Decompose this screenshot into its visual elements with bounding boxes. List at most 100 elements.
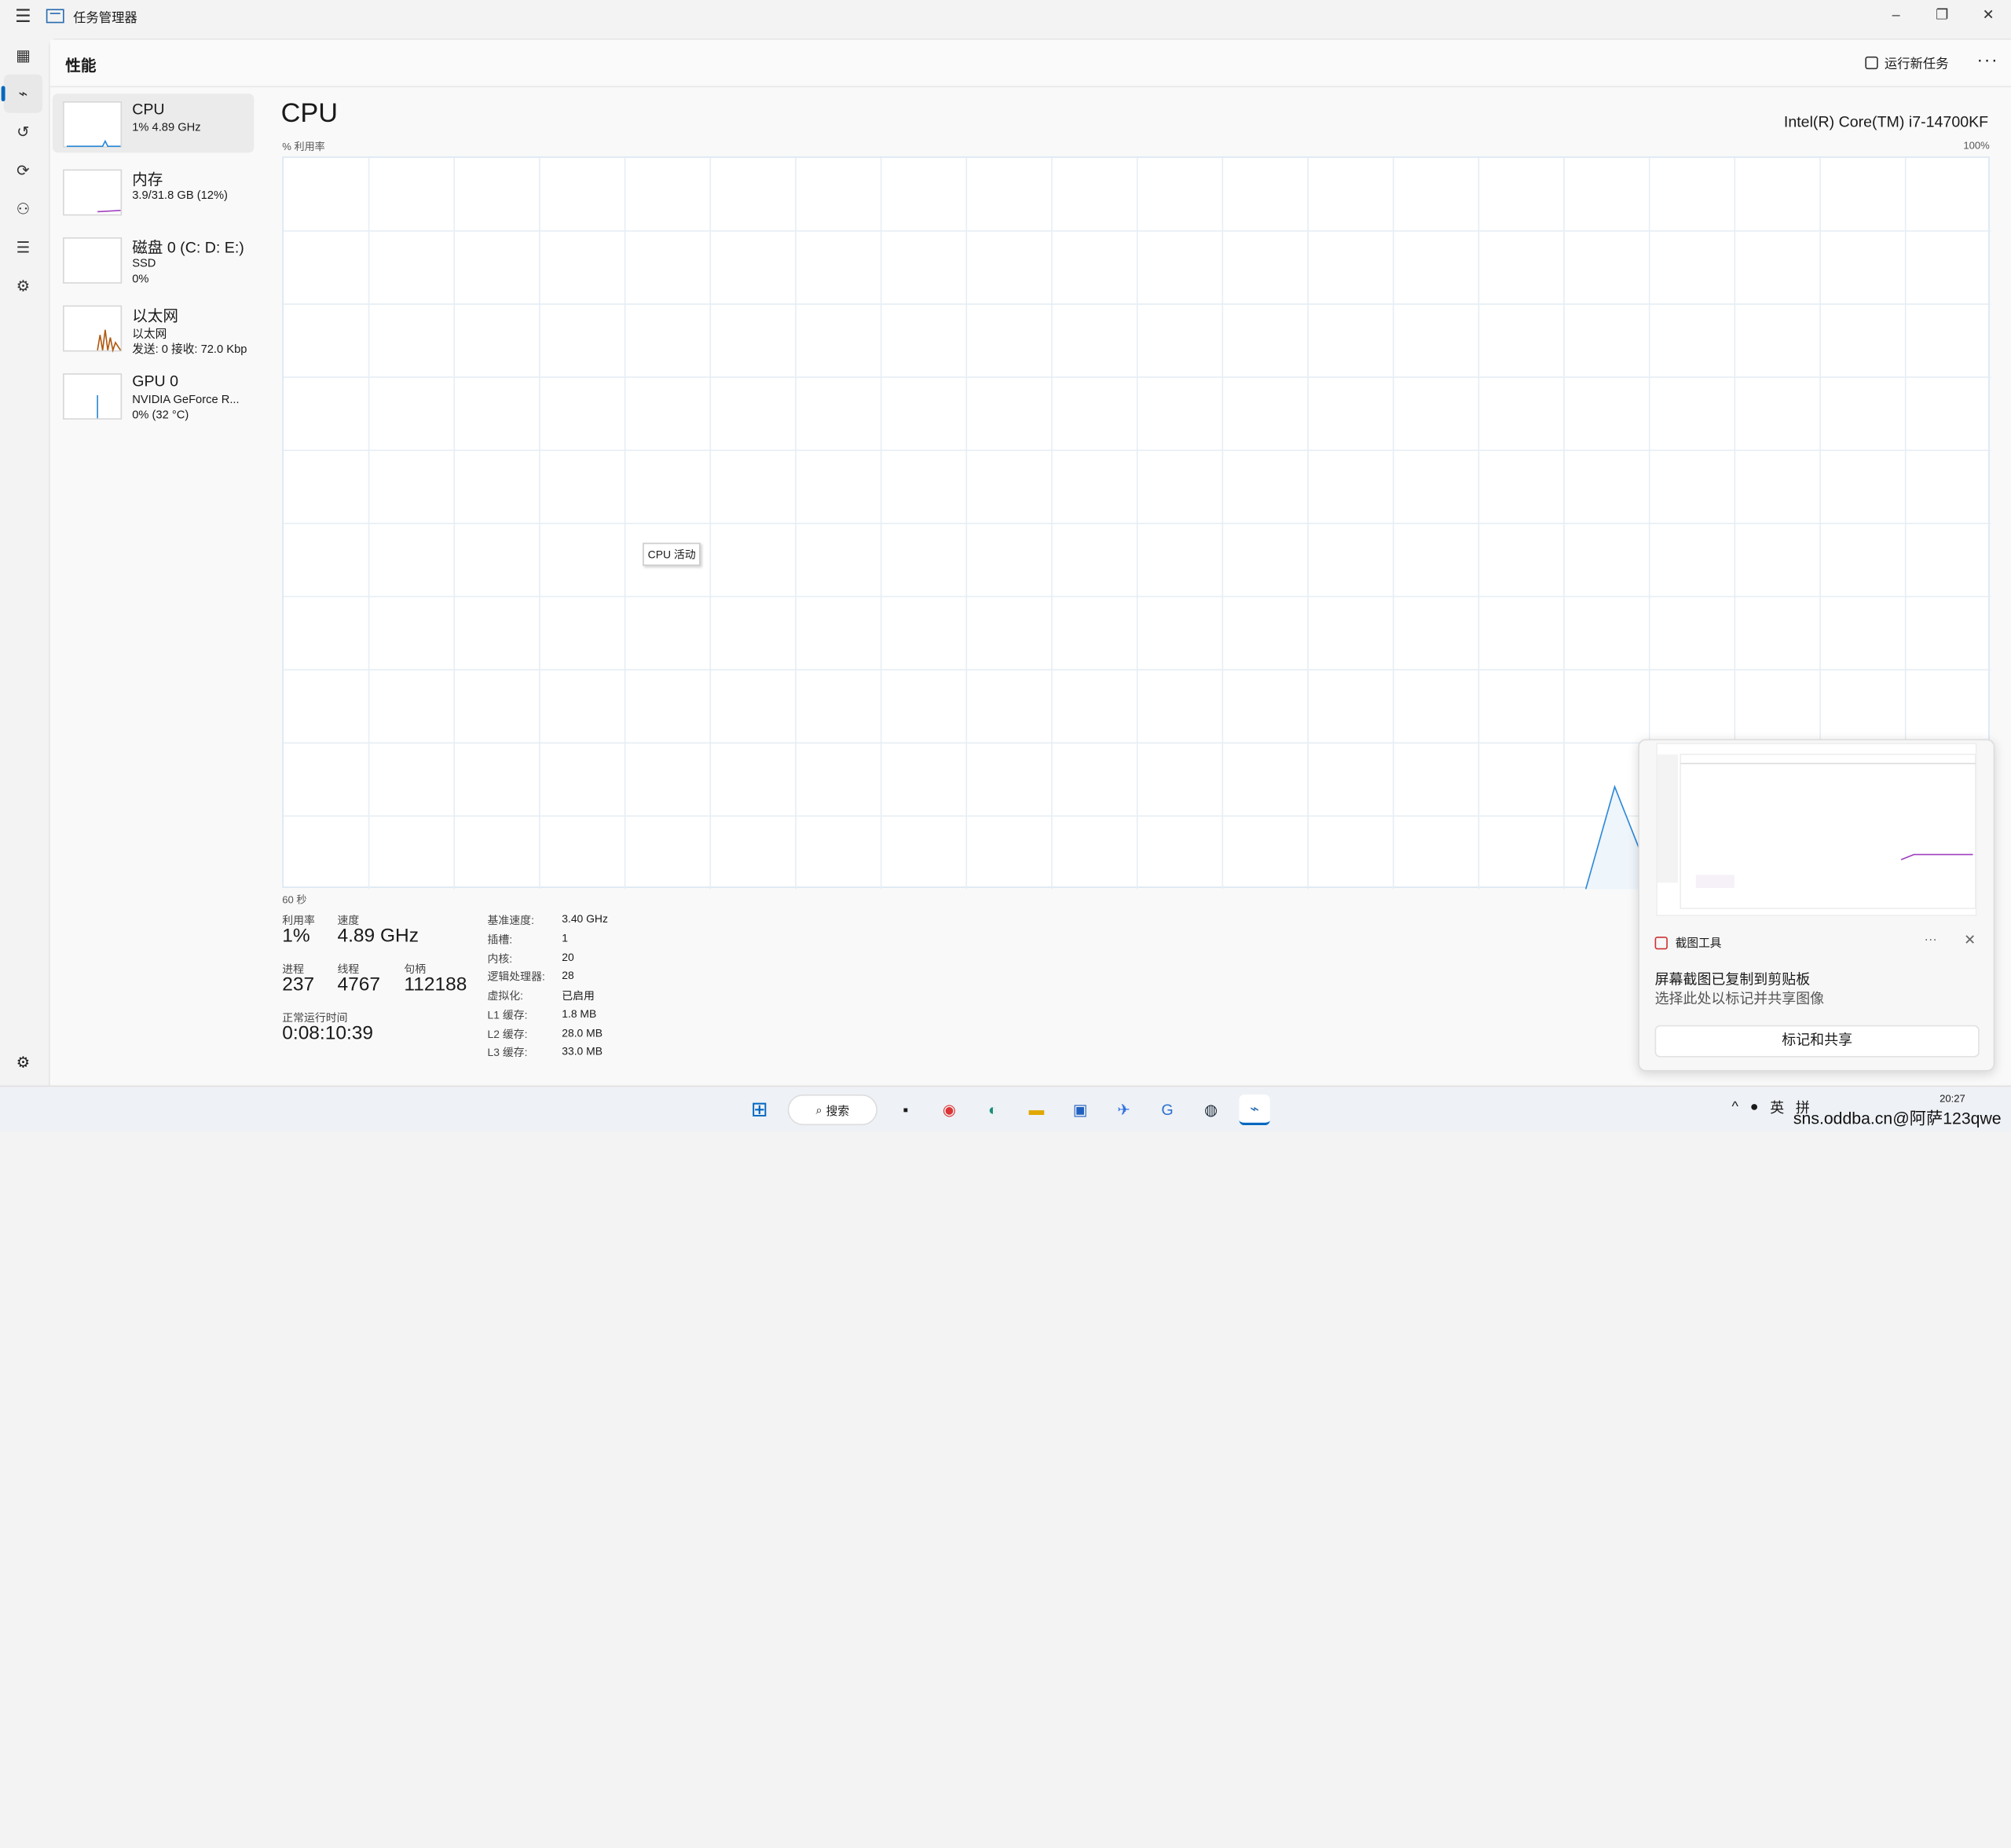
nav-details-icon[interactable]: ☰ [0, 229, 46, 267]
axis-label-util: % 利用率 [282, 141, 325, 153]
disk-thumbnail [63, 237, 123, 284]
spec-key: 虚拟化: [487, 989, 524, 1003]
memory-thumbnail [63, 169, 123, 216]
title-bar: ☰ 任务管理器 – ❐ ✕ [0, 0, 2011, 31]
spec-value: 28.0 MB [562, 1026, 603, 1040]
device-gpu[interactable]: GPU 0 NVIDIA GeForce R... 0% (32 °C) [53, 365, 254, 424]
search-label: 搜索 [826, 1104, 850, 1117]
toast-more-button[interactable]: ··· [1925, 933, 1937, 947]
run-task-icon [1865, 56, 1878, 69]
run-task-label: 运行新任务 [1884, 57, 1949, 72]
nav-services-icon[interactable]: ⚙ [0, 267, 46, 306]
spec-key: L2 缓存: [487, 1028, 528, 1041]
snipping-tool-notification[interactable]: 截图工具 ··· ✕ 屏幕截图已复制到剪贴板 选择此处以标记并共享图像 标记和共… [1638, 739, 1995, 1072]
chrome-icon[interactable]: ◉ [934, 1094, 965, 1125]
start-windows-icon[interactable]: ⊞ [744, 1094, 775, 1125]
spec-key: L1 缓存: [487, 1008, 528, 1021]
device-sub: NVIDIA GeForce R... [132, 392, 240, 406]
toast-subtitle: 选择此处以标记并共享图像 [1654, 992, 1825, 1007]
gpu-thumbnail [63, 373, 123, 420]
tray-language[interactable]: 英 [1770, 1097, 1784, 1117]
taskbar: ⊞ ⌕ 搜索 ▪ ◉ ◐ ▬ ▣ ✈ G ◍ ⌁ ^ ● 英 拼 20:27 s… [0, 1085, 2011, 1132]
maximize-button[interactable]: ❐ [1919, 0, 1965, 31]
more-options-button[interactable]: ··· [1976, 49, 1998, 69]
task-view-icon[interactable]: ▪ [890, 1094, 921, 1125]
axis-label-max: 100% [1963, 139, 1990, 152]
task-manager-window: ☰ 任务管理器 – ❐ ✕ ▦ ⌁ ↺ ⟳ ⚇ ☰ ⚙ ⚙ 性能 运行新任务 ·… [0, 0, 2011, 1086]
cpu-thumbnail [63, 101, 123, 148]
graph-tooltip: CPU 活动 [643, 542, 701, 566]
hamburger-menu-icon[interactable]: ☰ [0, 5, 46, 27]
spec-value: 28 [562, 968, 574, 982]
minimize-button[interactable]: – [1873, 0, 1919, 31]
spec-value: 33.0 MB [562, 1044, 603, 1058]
left-nav: ▦ ⌁ ↺ ⟳ ⚇ ☰ ⚙ ⚙ [0, 36, 46, 1086]
cpu-model: Intel(R) Core(TM) i7-14700KF [1783, 112, 1989, 131]
game-app-icon[interactable]: G [1152, 1094, 1182, 1125]
spec-value: 1.8 MB [562, 1006, 597, 1021]
device-sub: 3.9/31.8 GB (12%) [132, 189, 228, 202]
settings-gear-icon[interactable]: ⚙ [0, 1043, 46, 1082]
device-sub2: 0% [132, 272, 149, 285]
nav-performance-icon[interactable]: ⌁ [1, 74, 42, 113]
device-name: 磁盘 0 (C: D: E:) [132, 238, 244, 257]
spec-value: 3.40 GHz [562, 912, 608, 926]
spec-key: 内核: [487, 952, 513, 966]
toast-title: 屏幕截图已复制到剪贴板 [1654, 972, 1811, 988]
nav-startup-icon[interactable]: ⟳ [0, 152, 46, 190]
search-icon: ⌕ [815, 1102, 822, 1116]
speed-value: 4.89 GHz [337, 925, 419, 948]
uptime-value: 0:08:10:39 [282, 1022, 374, 1045]
toast-app-name: 截图工具 [1675, 937, 1722, 950]
run-new-task-button[interactable]: 运行新任务 [1865, 53, 1949, 72]
window-title: 任务管理器 [73, 10, 137, 25]
device-disk[interactable]: 磁盘 0 (C: D: E:) SSD 0% [53, 229, 254, 288]
device-sub: SSD [132, 256, 156, 270]
screenshot-preview[interactable] [1656, 742, 1977, 916]
device-sub2: 0% (32 °C) [132, 408, 189, 421]
task-manager-app-icon [46, 8, 64, 23]
device-ethernet[interactable]: 以太网 以太网 发送: 0 接收: 72.0 Kbp [53, 298, 254, 357]
spec-key: 逻辑处理器: [487, 970, 545, 983]
axis-label-time: 60 秒 [282, 894, 307, 906]
file-explorer-icon[interactable]: ▬ [1021, 1094, 1052, 1125]
nav-users-icon[interactable]: ⚇ [0, 190, 46, 229]
device-name: 以太网 [132, 306, 179, 325]
store-icon[interactable]: ▣ [1064, 1094, 1095, 1125]
spec-value: 1 [562, 931, 568, 944]
device-name: 内存 [132, 170, 163, 189]
toast-app: 截图工具 [1654, 934, 1722, 951]
spec-key: 插槽: [487, 933, 513, 946]
spec-value: 已启用 [562, 989, 595, 1003]
tray-app-icon[interactable]: ● [1750, 1099, 1759, 1115]
spec-value: 20 [562, 951, 574, 964]
spec-key: L3 缓存: [487, 1045, 528, 1059]
toast-close-button[interactable]: ✕ [1964, 932, 1976, 948]
page-title: 性能 [65, 56, 97, 75]
steam-icon[interactable]: ◍ [1196, 1094, 1226, 1125]
nav-app-history-icon[interactable]: ↺ [0, 113, 46, 152]
device-cpu[interactable]: CPU 1% 4.89 GHz [52, 94, 255, 153]
spec-key: 基准速度: [487, 913, 534, 927]
ethernet-thumbnail [63, 305, 123, 353]
thread-value: 4767 [337, 974, 380, 996]
nav-processes-icon[interactable]: ▦ [0, 36, 46, 75]
watermark-text: sns.oddba.cn@阿萨123qwe [1793, 1108, 2002, 1128]
device-memory[interactable]: 内存 3.9/31.8 GB (12%) [53, 162, 254, 221]
device-name: CPU [132, 100, 165, 119]
mark-and-share-button[interactable]: 标记和共享 [1654, 1025, 1980, 1058]
edge-icon[interactable]: ◐ [977, 1094, 1008, 1125]
device-list: CPU 1% 4.89 GHz 内存 3.9/31.8 GB (12%) 磁盘 … [50, 94, 255, 434]
cpu-title: CPU [280, 98, 339, 129]
close-button[interactable]: ✕ [1965, 0, 2011, 31]
task-manager-taskbar-icon[interactable]: ⌁ [1239, 1094, 1270, 1126]
process-value: 237 [282, 974, 315, 996]
device-sub: 1% 4.89 GHz [132, 120, 201, 134]
tray-clock[interactable]: 20:27 [1940, 1093, 1965, 1105]
handle-value: 112188 [404, 974, 467, 996]
tray-overflow-chevron-icon[interactable]: ^ [1732, 1099, 1738, 1115]
device-name: GPU 0 [132, 372, 179, 390]
device-sub2: 发送: 0 接收: 72.0 Kbp [132, 343, 247, 356]
taskbar-search[interactable]: ⌕ 搜索 [787, 1094, 877, 1126]
feishu-icon[interactable]: ✈ [1108, 1094, 1139, 1125]
